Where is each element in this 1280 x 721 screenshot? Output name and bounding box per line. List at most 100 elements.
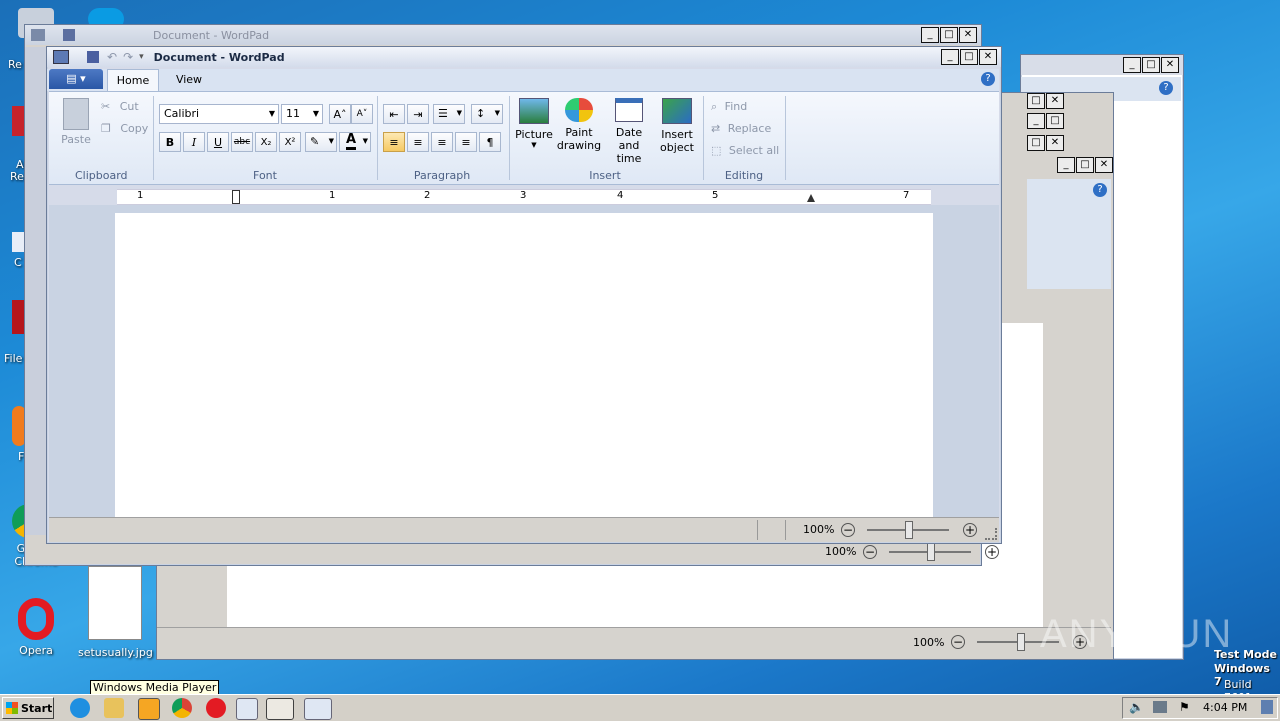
close-button[interactable]: ✕ xyxy=(1095,157,1113,173)
increase-indent-button[interactable]: ⇥ xyxy=(407,104,429,124)
wordpad-window-front[interactable]: ↶ ↷ ▾ Document - WordPad _ □ ✕ ▤ ▾ Home … xyxy=(46,46,1002,544)
close-button[interactable]: ✕ xyxy=(1161,57,1179,73)
insert-object-button[interactable]: Insert object xyxy=(657,98,697,154)
save-icon[interactable] xyxy=(87,51,99,63)
select-all-button[interactable]: ⬚ Select all xyxy=(711,144,779,157)
replace-button[interactable]: ⇄ Replace xyxy=(711,122,771,135)
chevron-down-icon: ▼ xyxy=(494,109,500,117)
document-page[interactable] xyxy=(115,213,933,517)
zoom-level: 100% xyxy=(803,523,835,536)
zoom-slider-thumb[interactable] xyxy=(1017,633,1025,651)
notepad-taskbar-icon[interactable] xyxy=(236,698,258,720)
decrease-indent-button[interactable]: ⇤ xyxy=(383,104,405,124)
save-icon[interactable] xyxy=(63,29,75,41)
clock[interactable]: 4:04 PM xyxy=(1203,701,1247,714)
align-center-button[interactable]: ≡ xyxy=(407,132,429,152)
cut-button[interactable]: ✂ Cut xyxy=(101,100,139,113)
maximize-button[interactable]: □ xyxy=(1076,157,1094,173)
ribbon-body: Paste ✂ Cut ❐ Copy Clipboard Calibri ▼ 1… xyxy=(49,91,999,185)
zoom-slider-thumb[interactable] xyxy=(905,521,913,539)
close-button[interactable]: ✕ xyxy=(979,49,997,65)
minimize-button[interactable]: _ xyxy=(1057,157,1075,173)
find-button[interactable]: ⌕ Find xyxy=(711,100,747,114)
desktop-icon-opera[interactable]: Opera xyxy=(4,598,68,657)
window-taskbar-icon[interactable] xyxy=(304,698,332,720)
maximize-button[interactable]: □ xyxy=(1027,93,1045,109)
desktop-icon-setusually[interactable]: setusually.jpg xyxy=(74,560,154,660)
chevron-down-icon: ▼ xyxy=(456,109,462,117)
picture-button[interactable]: Picture ▼ xyxy=(515,98,553,149)
maximize-button[interactable]: □ xyxy=(1027,135,1045,151)
window-controls-stack-4: _ □ ✕ xyxy=(1057,157,1113,173)
show-desktop-icon[interactable] xyxy=(1261,700,1273,714)
taskbar: Start 🔈 ⚑ 4:04 PM xyxy=(0,694,1280,721)
align-left-button[interactable]: ≡ xyxy=(383,132,405,152)
grow-font-button[interactable]: A˄ xyxy=(329,104,351,124)
line-spacing-button[interactable]: ↕ ▼ xyxy=(471,104,503,124)
underline-button[interactable]: U xyxy=(207,132,229,152)
media-player-icon[interactable] xyxy=(138,698,160,720)
close-button[interactable]: ✕ xyxy=(959,27,977,43)
flag-icon[interactable]: ⚑ xyxy=(1179,700,1190,714)
help-icon[interactable]: ? xyxy=(1159,81,1173,95)
tab-home[interactable]: Home xyxy=(107,69,159,91)
left-indent-marker[interactable] xyxy=(232,190,240,204)
maximize-button[interactable]: □ xyxy=(960,49,978,65)
superscript-button[interactable]: X² xyxy=(279,132,301,152)
undo-icon[interactable]: ↶ xyxy=(107,50,117,64)
ruler[interactable]: 1 1 2 3 4 5 7 xyxy=(117,189,931,205)
maximize-button[interactable]: □ xyxy=(1046,113,1064,129)
volume-icon[interactable]: 🔈 xyxy=(1129,700,1144,714)
zoom-in-icon[interactable]: + xyxy=(963,523,977,537)
minimize-button[interactable]: _ xyxy=(941,49,959,65)
help-icon[interactable]: ? xyxy=(1093,183,1107,197)
maximize-button[interactable]: □ xyxy=(940,27,958,43)
zoom-out-icon[interactable]: − xyxy=(841,523,855,537)
minimize-button[interactable]: _ xyxy=(921,27,939,43)
font-size-select[interactable]: 11 ▼ xyxy=(281,104,323,124)
justify-button[interactable]: ≡ xyxy=(455,132,477,152)
font-color-button[interactable]: A ▼ xyxy=(339,132,371,152)
explorer-icon[interactable] xyxy=(104,698,124,718)
subscript-button[interactable]: X₂ xyxy=(255,132,277,152)
paragraph-settings-button[interactable]: ¶ xyxy=(479,132,501,152)
qat-customize-icon[interactable]: ▾ xyxy=(139,52,144,62)
replace-icon: ⇄ xyxy=(711,122,721,135)
font-size-value: 11 xyxy=(286,107,300,120)
zoom-in-icon[interactable]: + xyxy=(985,545,999,559)
network-icon[interactable] xyxy=(1153,701,1167,713)
redo-icon[interactable]: ↷ xyxy=(123,50,133,64)
zoom-out-icon[interactable]: − xyxy=(951,635,965,649)
opera-taskbar-icon[interactable] xyxy=(206,698,226,718)
paste-button[interactable]: Paste xyxy=(59,98,93,160)
chrome-taskbar-icon[interactable] xyxy=(172,698,192,718)
start-button[interactable]: Start xyxy=(2,697,54,719)
bullets-button[interactable]: ☰ ▼ xyxy=(433,104,465,124)
resize-grip-icon[interactable] xyxy=(985,528,997,540)
align-right-button[interactable]: ≡ xyxy=(431,132,453,152)
maximize-button[interactable]: □ xyxy=(1142,57,1160,73)
tab-view[interactable]: View xyxy=(167,69,211,91)
replace-label: Replace xyxy=(727,122,772,135)
date-time-button[interactable]: Date and time xyxy=(605,98,653,165)
highlight-color-button[interactable]: ✎ ▼ xyxy=(305,132,337,152)
close-button[interactable]: ✕ xyxy=(1046,135,1064,151)
zoom-out-icon[interactable]: − xyxy=(863,545,877,559)
zoom-slider-thumb[interactable] xyxy=(927,543,935,561)
app-menu-button[interactable]: ▤ ▾ xyxy=(49,69,103,89)
ie-icon[interactable] xyxy=(70,698,90,718)
wordpad-taskbar-button[interactable] xyxy=(266,698,294,720)
close-button[interactable]: ✕ xyxy=(1046,93,1064,109)
help-icon[interactable]: ? xyxy=(981,72,995,86)
minimize-button[interactable]: _ xyxy=(1027,113,1045,129)
copy-button[interactable]: ❐ Copy xyxy=(101,122,148,135)
shrink-font-button[interactable]: A˅ xyxy=(351,104,373,124)
right-indent-marker[interactable] xyxy=(807,194,815,202)
paint-drawing-button[interactable]: Paint drawing xyxy=(555,98,603,152)
minimize-button[interactable]: _ xyxy=(1123,57,1141,73)
font-family-select[interactable]: Calibri ▼ xyxy=(159,104,279,124)
bold-button[interactable]: B xyxy=(159,132,181,152)
italic-button[interactable]: I xyxy=(183,132,205,152)
picture-icon xyxy=(519,98,549,124)
strikethrough-button[interactable]: abc xyxy=(231,132,253,152)
